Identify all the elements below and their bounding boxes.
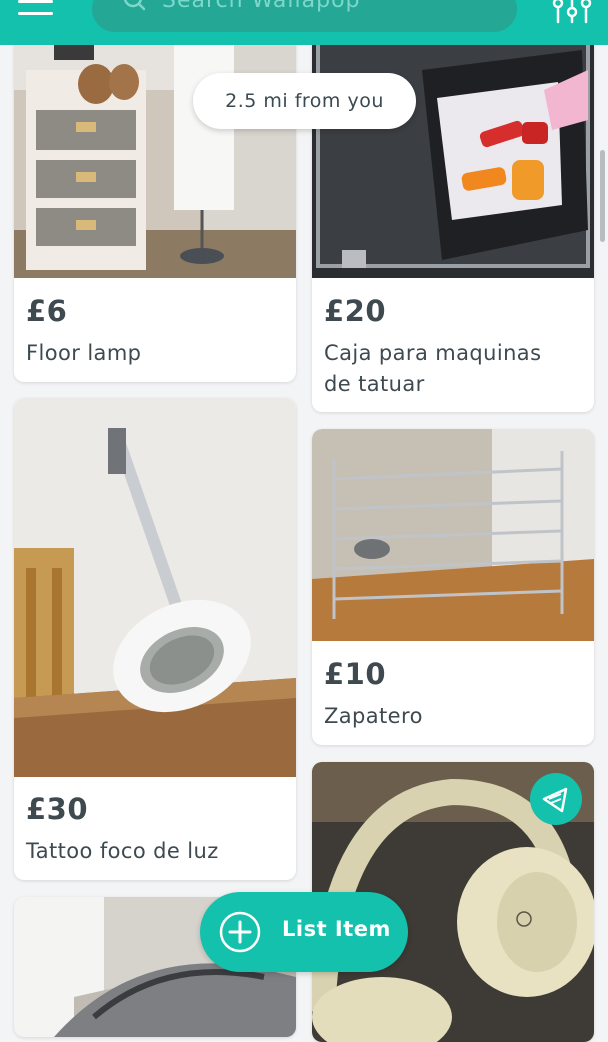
search-input[interactable]: Search Wallapop	[92, 0, 517, 32]
product-price: £30	[26, 792, 89, 826]
top-bar: Search Wallapop	[0, 0, 608, 45]
product-card[interactable]: £10 Zapatero	[312, 429, 594, 745]
product-title: Zapatero	[324, 704, 423, 728]
product-image	[14, 398, 296, 777]
menu-icon[interactable]	[18, 0, 54, 22]
search-icon	[124, 0, 146, 11]
product-price: £20	[324, 294, 387, 328]
plus-circle-icon	[219, 911, 261, 953]
product-image	[312, 429, 594, 641]
list-item-button[interactable]: List Item	[200, 892, 408, 972]
product-title: Caja para maquinas de tatuar	[324, 341, 542, 396]
product-image	[312, 30, 594, 278]
distance-filter-chip[interactable]: 2.5 mi from you	[193, 73, 416, 129]
shipping-badge	[530, 773, 582, 825]
product-price: £6	[26, 294, 68, 328]
product-image	[14, 30, 296, 278]
product-title: Tattoo foco de luz	[26, 839, 219, 863]
product-title: Floor lamp	[26, 341, 142, 365]
product-price: £10	[324, 657, 387, 691]
shipping-icon	[542, 787, 568, 813]
scrollbar[interactable]	[600, 150, 605, 242]
filter-icon[interactable]	[552, 0, 592, 26]
list-item-label: List Item	[282, 917, 391, 941]
product-card[interactable]: £30 Tattoo foco de luz	[14, 398, 296, 880]
search-placeholder: Search Wallapop	[162, 0, 361, 13]
